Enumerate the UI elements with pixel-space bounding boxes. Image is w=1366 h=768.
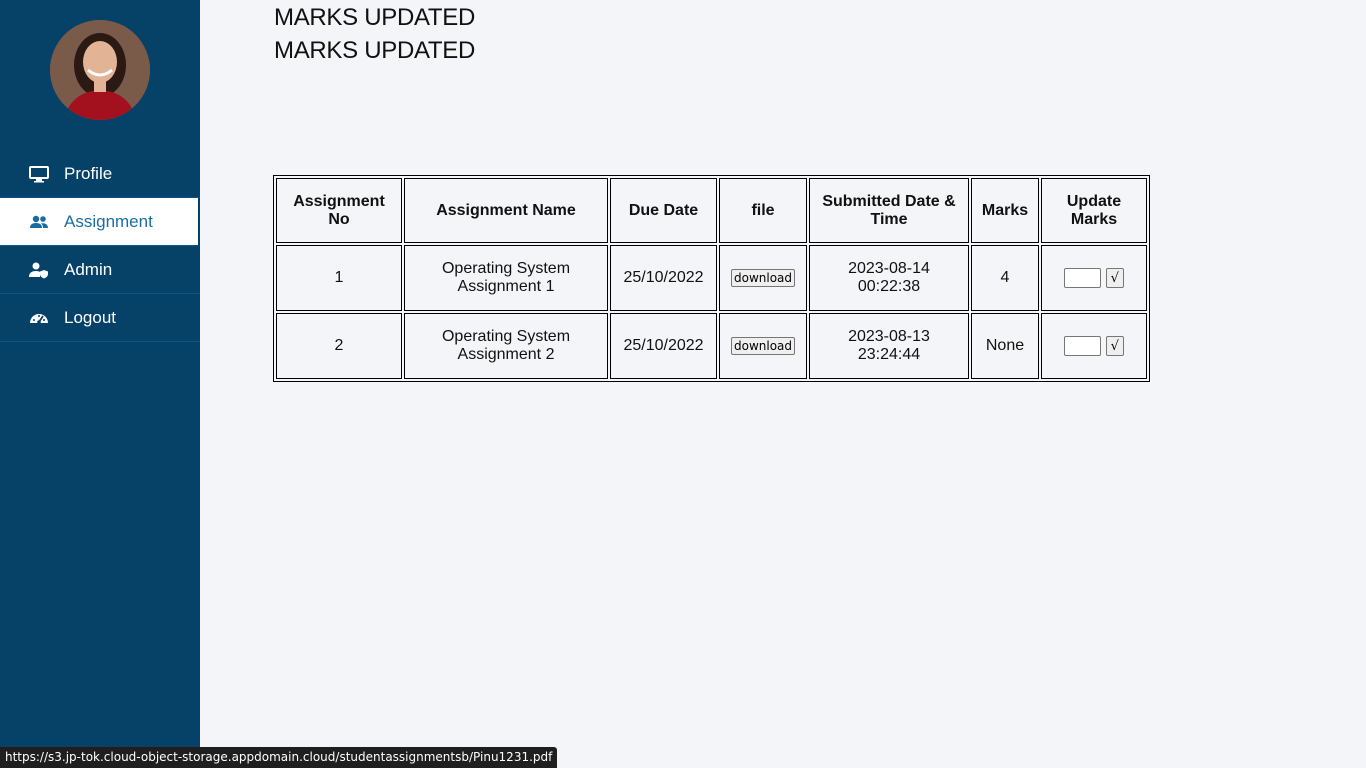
submit-marks-button[interactable]: √: [1105, 268, 1124, 288]
gauge-icon: [29, 308, 49, 328]
submitted-datetime: 2023-08-14 00:22:38: [809, 245, 969, 311]
due-date: 25/10/2022: [610, 313, 717, 379]
column-header: Assignment Name: [404, 178, 608, 243]
sidebar-item-label: Profile: [64, 163, 113, 183]
sidebar: Profile Assignment Admin Logout: [0, 0, 200, 768]
download-button[interactable]: download: [730, 269, 796, 287]
sidebar-item-label: Logout: [64, 307, 116, 327]
column-header: Assignment No: [276, 178, 402, 243]
sidebar-item-admin[interactable]: Admin: [0, 246, 200, 294]
status-message: MARKS UPDATED: [274, 4, 476, 31]
sidebar-item-assignment[interactable]: Assignment: [0, 198, 198, 246]
file-cell: download: [719, 245, 807, 311]
status-message: MARKS UPDATED: [274, 37, 476, 64]
column-header: Marks: [971, 178, 1039, 243]
column-header: file: [719, 178, 807, 243]
monitor-icon: [29, 164, 49, 184]
sidebar-item-label: Assignment: [64, 211, 153, 231]
link-status-bar: https://s3.jp-tok.cloud-object-storage.a…: [0, 747, 558, 768]
assignments-table: Assignment No Assignment Name Due Date f…: [273, 175, 1150, 382]
sidebar-item-profile[interactable]: Profile: [0, 150, 200, 198]
avatar: [50, 20, 150, 120]
column-header: Update Marks: [1041, 178, 1147, 243]
sidebar-item-logout[interactable]: Logout: [0, 294, 200, 342]
table-header-row: Assignment No Assignment Name Due Date f…: [276, 178, 1147, 243]
marks: None: [971, 313, 1039, 379]
user-shield-icon: [29, 260, 49, 280]
sidebar-nav: Profile Assignment Admin Logout: [0, 150, 200, 342]
column-header: Submitted Date & Time: [809, 178, 969, 243]
marks-input[interactable]: [1064, 268, 1102, 288]
sidebar-item-label: Admin: [64, 259, 113, 279]
file-cell: download: [719, 313, 807, 379]
table-row: 1 Operating System Assignment 1 25/10/20…: [276, 245, 1147, 311]
assignment-name: Operating System Assignment 1: [404, 245, 608, 311]
update-marks-cell: √: [1041, 245, 1147, 311]
assignment-name: Operating System Assignment 2: [404, 313, 608, 379]
assignment-no: 1: [276, 245, 402, 311]
update-marks-cell: √: [1041, 313, 1147, 379]
download-button[interactable]: download: [730, 337, 796, 355]
marks-input[interactable]: [1064, 336, 1102, 356]
users-icon: [29, 212, 49, 232]
marks: 4: [971, 245, 1039, 311]
table-row: 2 Operating System Assignment 2 25/10/20…: [276, 313, 1147, 379]
profile-photo-icon: [50, 20, 150, 120]
assignment-no: 2: [276, 313, 402, 379]
submit-marks-button[interactable]: √: [1105, 336, 1124, 356]
submitted-datetime: 2023-08-13 23:24:44: [809, 313, 969, 379]
due-date: 25/10/2022: [610, 245, 717, 311]
column-header: Due Date: [610, 178, 717, 243]
